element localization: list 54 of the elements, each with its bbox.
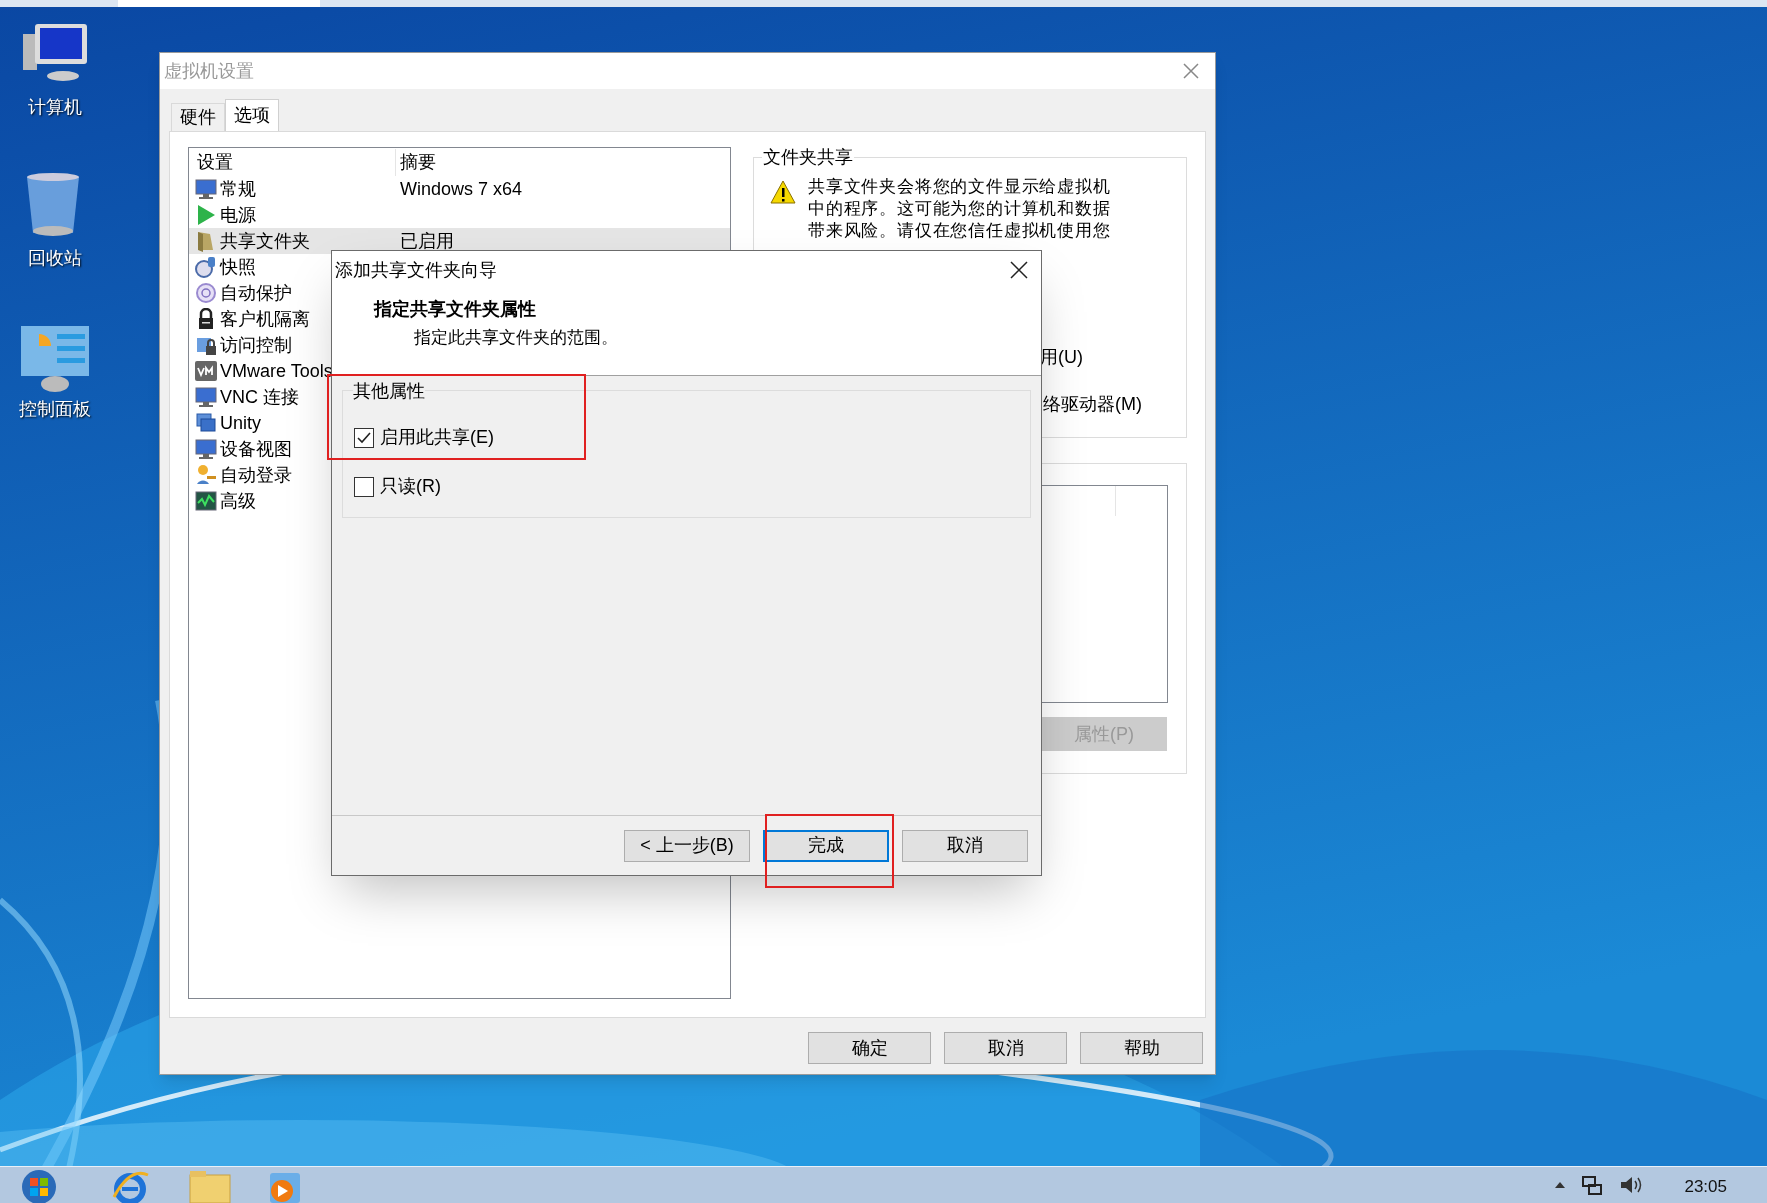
setting-summary: Windows 7 x64 <box>399 177 523 201</box>
dialog-title: 添加共享文件夹向导 <box>335 258 497 282</box>
setting-name[interactable]: 快照 <box>220 253 256 281</box>
tab[interactable]: 硬件 <box>171 103 225 131</box>
checkbox[interactable] <box>354 476 374 497</box>
chart-icon <box>195 490 217 512</box>
setting-summary: 已启用 <box>399 229 454 253</box>
checkbox[interactable] <box>354 427 374 448</box>
wizard-subheading: 指定此共享文件夹的范围。 <box>413 327 619 349</box>
warning-icon <box>770 180 796 204</box>
column-header[interactable]: 设置 <box>189 149 396 176</box>
warning-text: 共享文件夹会将您的文件显示给虚拟机中的程序。这可能为您的计算机和数据带来风险。请仅在您信任虚拟机使用您 <box>808 176 1112 242</box>
tab[interactable]: 选项 <box>225 99 279 131</box>
windows-icon <box>195 412 217 434</box>
setting-name[interactable]: VNC 连接 <box>220 383 299 411</box>
play-icon <box>195 204 217 226</box>
option-label: 用(U) <box>1040 346 1083 369</box>
desktop-icon-label[interactable]: 控制面板 <box>19 396 91 423</box>
setting-name[interactable]: Unity <box>220 409 261 437</box>
shield-icon <box>195 282 217 304</box>
clock-icon <box>195 256 217 278</box>
desktop-icon-label[interactable]: 回收站 <box>28 245 82 272</box>
monitor-icon <box>195 438 217 460</box>
column-header[interactable]: 摘要 <box>396 149 436 176</box>
setting-name[interactable]: 共享文件夹 <box>220 227 310 255</box>
dialog-button[interactable]: 确定 <box>808 1032 931 1064</box>
dialog-button[interactable]: 帮助 <box>1080 1032 1203 1064</box>
logo-icon <box>195 360 217 382</box>
desktop-icon-label[interactable]: 计算机 <box>28 94 82 121</box>
dialog-button[interactable]: < 上一步(B) <box>624 829 750 862</box>
show-hidden-icons-icon <box>1554 1180 1567 1190</box>
clock: 23:05 <box>1684 1175 1727 1198</box>
setting-name[interactable]: 电源 <box>220 201 256 229</box>
setting-name[interactable]: 客户机隔离 <box>220 305 310 333</box>
setting-name[interactable]: 自动保护 <box>220 279 292 307</box>
checkbox-label[interactable]: 启用此共享(E) <box>380 424 494 451</box>
dialog-button[interactable]: 完成 <box>763 829 889 862</box>
monitor-icon <box>195 178 217 200</box>
window-title: 虚拟机设置 <box>164 59 254 83</box>
user-key-icon <box>195 464 217 486</box>
option-label: 络驱动器(M) <box>1043 393 1142 416</box>
setting-name[interactable]: 访问控制 <box>220 331 292 359</box>
setting-name[interactable]: 常规 <box>220 175 256 203</box>
dialog-button[interactable]: 取消 <box>944 1032 1067 1064</box>
close-icon <box>1009 260 1029 280</box>
wizard-heading: 指定共享文件夹属性 <box>372 298 537 321</box>
close-icon <box>1181 61 1201 81</box>
network-icon <box>1580 1173 1605 1197</box>
setting-name[interactable]: 设备视图 <box>220 435 292 463</box>
setting-name[interactable]: 高级 <box>220 487 256 515</box>
monitor-icon <box>195 386 217 408</box>
checkbox-label[interactable]: 只读(R) <box>380 473 441 500</box>
dialog-button[interactable]: 取消 <box>902 829 1028 862</box>
setting-name[interactable]: 自动登录 <box>220 461 292 489</box>
